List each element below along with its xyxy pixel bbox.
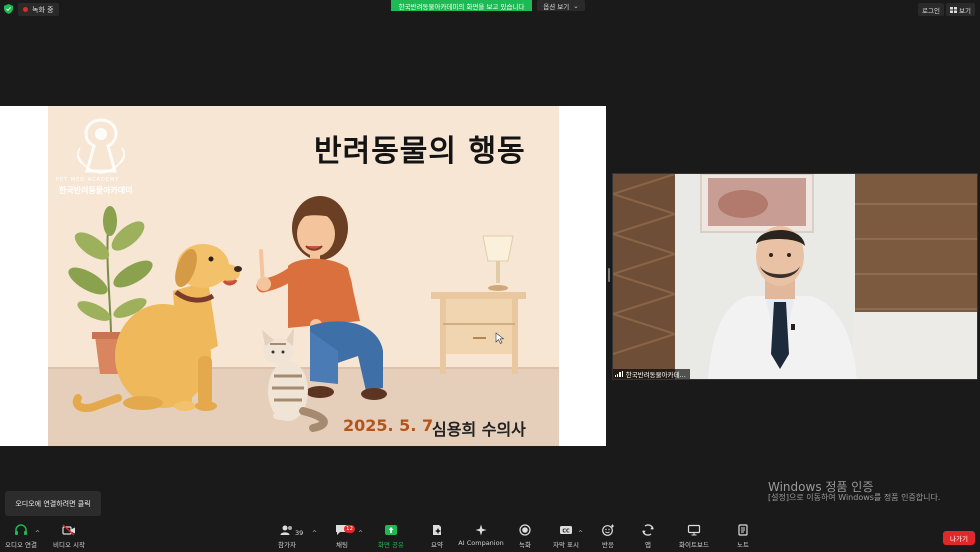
slide-presenter: 심용희 수의사 <box>432 420 526 439</box>
dog-illustration <box>72 244 242 412</box>
headphones-icon <box>15 524 27 535</box>
slide-date: 2025. 5. 7 <box>343 416 434 435</box>
grid-view-icon <box>950 6 957 13</box>
recording-label: 녹화 중 <box>32 5 54 14</box>
logo-name: 한국반려동물아카데미 <box>59 186 133 195</box>
security-shield-icon[interactable] <box>4 4 13 14</box>
video-off-icon <box>62 524 75 536</box>
side-table-illustration <box>431 235 526 374</box>
record-icon <box>519 524 531 536</box>
record-label: 녹화 <box>519 541 531 549</box>
summary-icon <box>433 525 441 535</box>
apps-icon <box>642 524 654 536</box>
reactions-label: 반응 <box>602 541 614 549</box>
logo-subtitle: PET MED ACADEMY <box>56 177 120 183</box>
participants-count: 39 <box>295 529 304 537</box>
panel-resize-handle[interactable] <box>608 268 610 282</box>
captions-caret-icon[interactable]: ^ <box>578 530 583 537</box>
chat-caret-icon[interactable]: ^ <box>358 530 363 537</box>
leave-button[interactable]: 나가기 <box>943 531 975 545</box>
participants-icon <box>280 525 292 535</box>
share-screen-label: 화면 공유 <box>378 541 404 549</box>
summary-label: 요약 <box>431 541 443 549</box>
slide-title: 반려동물의 행동 <box>314 134 526 169</box>
participants-label: 참가자 <box>278 541 296 549</box>
view-options-button[interactable]: 옵션 보기 ⌄ <box>537 0 585 11</box>
record-button[interactable]: 녹화 <box>516 524 534 552</box>
apps-button[interactable]: 앱 <box>640 524 656 552</box>
participant-name-tag: 한국반려동물아카데... <box>613 369 690 379</box>
login-button[interactable]: 로그인 <box>918 3 944 16</box>
notes-label: 노트 <box>737 541 749 549</box>
ai-companion-label: AI Companion <box>458 539 504 547</box>
video-button[interactable]: 비디오 시작 <box>51 524 87 552</box>
speaker-video-tile[interactable]: 한국반려동물아카데... <box>612 173 978 380</box>
recording-indicator[interactable]: 녹화 중 <box>18 3 59 16</box>
audio-options-caret-icon[interactable]: ^ <box>35 530 40 537</box>
share-screen-icon <box>385 525 397 535</box>
ai-companion-button[interactable]: AI Companion <box>458 524 504 552</box>
view-label: 보기 <box>959 6 971 15</box>
chevron-down-icon: ⌄ <box>573 1 579 10</box>
participant-name: 한국반려동물아카데... <box>625 371 686 379</box>
audio-tooltip: 오디오에 연결하려면 클릭 <box>5 491 101 516</box>
chat-unread-badge: 12 <box>344 525 355 533</box>
ai-sparkle-icon <box>475 524 487 536</box>
notes-button[interactable]: 노트 <box>734 524 752 552</box>
shared-screen[interactable]: PET MED ACADEMY 한국반려동물아카데미 반려동물의 행동 2025… <box>0 106 606 446</box>
login-label: 로그인 <box>922 6 940 15</box>
svg-text:CC: CC <box>562 528 570 534</box>
share-screen-button[interactable]: 화면 공유 <box>374 524 408 552</box>
view-button[interactable]: 보기 <box>946 3 975 16</box>
video-label: 비디오 시작 <box>53 541 85 549</box>
signal-strength-icon <box>615 371 623 377</box>
view-options-label: 옵션 보기 <box>543 2 570 11</box>
presentation-slide: PET MED ACADEMY 한국반려동물아카데미 반려동물의 행동 2025… <box>48 106 559 446</box>
whiteboard-button[interactable]: 화이트보드 <box>676 524 712 552</box>
reactions-icon <box>602 524 614 536</box>
pet-academy-logo-icon <box>76 118 126 175</box>
whiteboard-icon <box>687 524 701 536</box>
windows-activation-subtitle: [설정]으로 이동하여 Windows를 정품 인증합니다. <box>768 493 941 502</box>
speaker-video-frame <box>613 174 977 379</box>
chat-label: 채팅 <box>336 541 348 549</box>
audio-label: 오디오 연결 <box>5 541 37 549</box>
closed-captions-icon: CC <box>560 526 572 534</box>
captions-label: 자막 표시 <box>553 541 579 549</box>
participants-caret-icon[interactable]: ^ <box>312 530 317 537</box>
captions-button[interactable]: CC 자막 표시 <box>551 524 581 552</box>
apps-label: 앱 <box>645 541 651 549</box>
reactions-button[interactable]: 반응 <box>598 524 618 552</box>
summary-button[interactable]: 요약 <box>428 524 446 552</box>
recording-dot-icon <box>23 7 28 12</box>
screen-share-banner: 한국반려동물아카데미의 화면을 보고 있습니다 <box>391 0 532 11</box>
audio-button[interactable]: 오디오 연결 <box>3 524 39 552</box>
whiteboard-label: 화이트보드 <box>679 541 709 549</box>
notes-icon <box>738 524 748 536</box>
